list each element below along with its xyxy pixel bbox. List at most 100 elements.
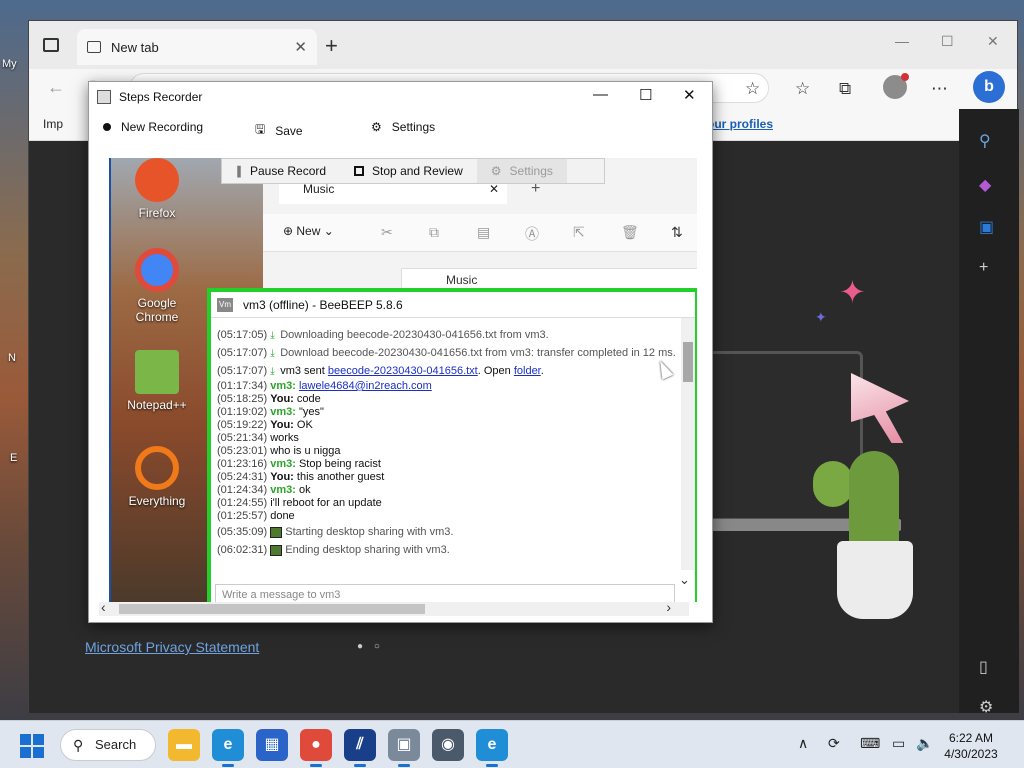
scroll-left-arrow-icon[interactable]: ‹ — [101, 599, 106, 615]
pause-record-button[interactable]: ∥ Pause Record — [222, 159, 340, 183]
save-label: Save — [275, 123, 303, 138]
taskbar-app-beebeep[interactable]: ⫽ — [344, 729, 376, 767]
steps-recorder-app-icon — [97, 90, 111, 104]
beebeep-chat-window: Vm vm3 (offline) - BeeBEEP 5.8.6 (05:17:… — [207, 288, 697, 602]
desktop-share-icon — [270, 544, 283, 556]
steps-minimize-button[interactable]: — — [593, 86, 608, 103]
chat-message: (05:17:05) ⤓ Downloading beecode-2023043… — [217, 326, 689, 344]
settings-button[interactable]: ⚙ Settings — [371, 120, 435, 134]
taskbar-search[interactable]: ⚲ Search — [60, 729, 156, 761]
search-icon[interactable]: ⚲ — [979, 131, 991, 151]
stop-and-review-button[interactable]: Stop and Review — [340, 159, 477, 183]
clock-date: 4/30/2023 — [944, 747, 998, 761]
network-icon[interactable]: ▭ — [892, 735, 905, 752]
start-button[interactable] — [20, 734, 44, 758]
taskbar-app-edge-dev[interactable]: e — [476, 729, 508, 767]
outlook-icon[interactable]: ▣ — [979, 217, 994, 237]
new-recording-button[interactable]: New Recording — [103, 120, 203, 134]
taskbar-app-file-explorer[interactable]: ▬ — [168, 729, 200, 761]
collections-icon[interactable]: ⧉ — [839, 79, 851, 99]
save-button[interactable]: 🖫 Save — [255, 120, 303, 141]
chat-message: (01:23:16) vm3: Stop being racist — [217, 458, 689, 471]
keyboard-icon[interactable]: ⌨ — [860, 735, 880, 752]
profile-avatar[interactable] — [883, 73, 909, 99]
message-timestamp: (01:24:55) — [217, 497, 271, 509]
share-icon: ⇱ — [573, 224, 585, 240]
taskbar-clock[interactable]: 6:22 AM 4/30/2023 — [936, 730, 1006, 762]
chat-message: (05:35:09) Starting desktop sharing with… — [217, 523, 689, 541]
taskbar-app-camera[interactable]: ◉ — [432, 729, 464, 761]
message-sender: vm3: — [270, 380, 299, 392]
chat-message: (05:24:31) You: this another guest — [217, 471, 689, 484]
message-text: Stop being racist — [298, 458, 381, 470]
copilot-icon[interactable]: ◆ — [979, 175, 991, 195]
back-arrow-icon[interactable]: ← — [47, 77, 65, 98]
tab-new-tab[interactable]: New tab ✕ — [77, 29, 317, 65]
desktop-label-my: My — [2, 58, 17, 70]
edge-sidebar: ⚲ ◆ ▣ + ▯ ⚙ — [959, 109, 1019, 716]
tab-close-icon[interactable]: ✕ — [294, 38, 307, 56]
message-timestamp: (01:24:34) — [217, 484, 271, 496]
volume-icon[interactable]: 🔈 — [916, 735, 933, 752]
edge-titlebar: New tab ✕ + — ☐ ✕ — [29, 21, 1017, 69]
taskbar-app-chrome[interactable]: ● — [300, 729, 332, 767]
chat-message: (05:21:34) works — [217, 432, 689, 445]
taskbar: ⚲ Search ▬ e ▦ ● ⫽ ▣ ◉ e ∧ ⟳ ⌨ ▭ 🔈 6:22 AM 4/30… — [0, 720, 1024, 768]
cactus-illustration — [849, 451, 899, 547]
import-favorites-link[interactable]: Imp — [43, 117, 63, 131]
new-tab-button[interactable]: + — [325, 33, 338, 59]
page-indicator[interactable]: ● ○ — [357, 641, 384, 652]
add-favorite-icon[interactable]: ☆ — [745, 79, 760, 99]
favorites-icon[interactable]: ☆ — [795, 79, 810, 99]
taskbar-app-steps-recorder[interactable]: ▣ — [388, 729, 420, 767]
message-sender: You: — [270, 471, 297, 483]
recording-settings-button: ⚙ Settings — [476, 159, 567, 183]
gear-icon: ⚙ — [371, 120, 382, 134]
bing-chat-button[interactable]: b — [973, 71, 1005, 103]
rename-icon: Ⓐ — [525, 226, 539, 242]
message-timestamp: (05:35:09) — [217, 526, 271, 538]
stop-icon — [354, 166, 365, 176]
tray-overflow-icon[interactable]: ∧ — [798, 735, 808, 752]
chat-message: (01:24:55) i'll reboot for an update — [217, 497, 689, 510]
steps-recorder-title: Steps Recorder — [119, 90, 203, 104]
chat-message: (05:23:01) who is u nigga — [217, 445, 689, 458]
message-timestamp: (01:17:34) — [217, 380, 271, 392]
horizontal-scrollbar[interactable]: ‹ › — [99, 599, 689, 616]
message-text: Download beecode-20230430-041656.txt fro… — [280, 347, 676, 359]
desktop-icon-everything: Everything — [119, 446, 195, 508]
settings-gear-icon[interactable]: ⚙ — [979, 697, 993, 717]
message-text: i'll reboot for an update — [270, 497, 382, 509]
privacy-statement-link[interactable]: Microsoft Privacy Statement — [85, 639, 259, 655]
edge-maximize-button[interactable]: ☐ — [941, 33, 954, 50]
message-timestamp: (05:21:34) — [217, 432, 271, 444]
message-timestamp: (05:17:05) — [217, 329, 271, 341]
vm-icon: Vm — [217, 298, 233, 312]
open-folder-link: folder — [513, 365, 541, 377]
recording-control-bar: ∥ Pause Record Stop and Review ⚙ Settings — [221, 158, 605, 184]
edge-minimize-button[interactable]: — — [895, 33, 909, 49]
chat-message: (05:18:25) You: code — [217, 393, 689, 406]
taskbar-app-edge[interactable]: e — [212, 729, 244, 767]
paste-icon: ▤ — [477, 224, 491, 240]
add-sidebar-app-icon[interactable]: + — [979, 259, 988, 277]
sidebar-toggle-icon[interactable]: ▯ — [979, 657, 988, 677]
steps-maximize-button[interactable]: ☐ — [639, 86, 652, 104]
more-menu-icon[interactable]: ⋯ — [931, 79, 948, 99]
message-text: Downloading beecode-20230430-041656.txt … — [280, 329, 549, 341]
message-timestamp: (01:23:16) — [217, 458, 271, 470]
sync-icon[interactable]: ⟳ — [828, 735, 840, 752]
scroll-right-arrow-icon[interactable]: › — [666, 599, 671, 615]
tab-title: New tab — [111, 39, 159, 55]
steps-recorder-window: Steps Recorder — ☐ ✕ New Recording 🖫 Sav… — [88, 81, 713, 623]
scroll-thumb[interactable] — [119, 604, 425, 614]
chat-message: (05:19:22) You: OK — [217, 419, 689, 432]
edge-close-button[interactable]: ✕ — [987, 33, 999, 50]
tab-actions-icon[interactable] — [43, 38, 59, 52]
chat-message: (06:02:31) Ending desktop sharing with v… — [217, 541, 689, 559]
record-dot-icon — [103, 123, 111, 131]
scroll-down-arrow-icon[interactable]: ⌄ — [679, 572, 690, 588]
steps-close-button[interactable]: ✕ — [683, 86, 696, 104]
taskbar-app-store[interactable]: ▦ — [256, 729, 288, 761]
manage-profiles-link[interactable]: our profiles — [707, 117, 773, 131]
